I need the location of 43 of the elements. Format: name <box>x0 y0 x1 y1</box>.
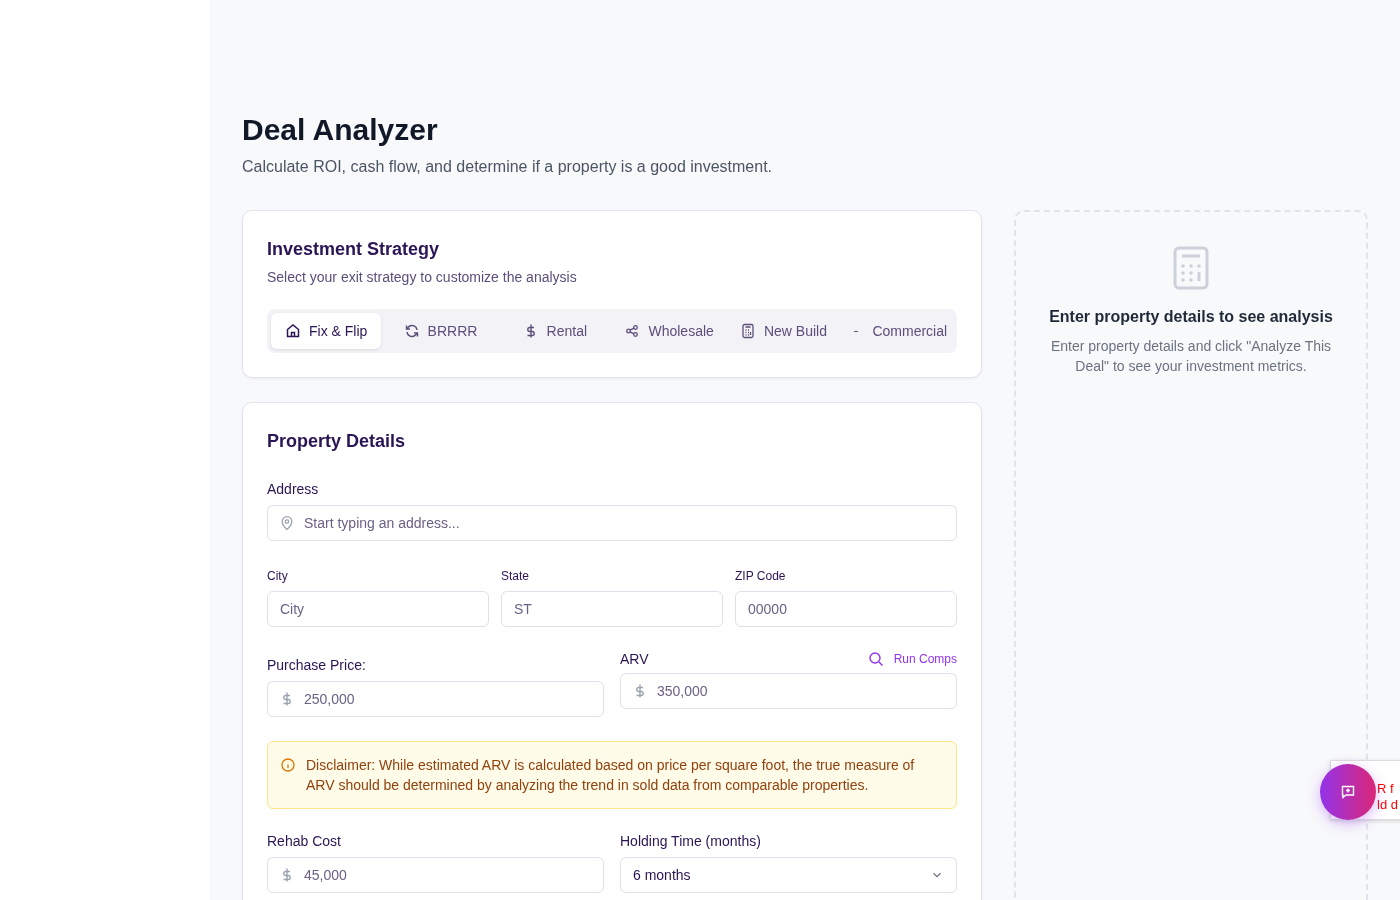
field-label: ZIP Code <box>735 569 787 583</box>
empty-state-text: Enter property details and click "Analyze This Deal" to see your investment metrics. <box>1049 337 1333 376</box>
calculator-icon <box>739 323 756 339</box>
refresh-icon <box>403 323 420 339</box>
message-plus-icon <box>1340 784 1356 800</box>
calculator-icon <box>1173 246 1209 290</box>
holding-time-dropdown[interactable]: 6 months <box>620 857 957 893</box>
card-title: Property Details <box>267 430 407 453</box>
popup-text: ld d <box>1377 797 1399 813</box>
strategy-tab[interactable]: BRRRR <box>385 313 496 349</box>
field-label: State <box>501 569 531 583</box>
price-field[interactable]: 250,000 <box>267 681 604 717</box>
disclaimer-text: Disclaimer: While estimated ARV is calculated based on price per square foot, the true measure of ARV should be determined by analyzing the trend in sold data from comparable properties. <box>306 756 916 795</box>
strategy-tab[interactable]: Rental <box>499 313 610 349</box>
field-label: City <box>267 569 289 583</box>
location-pin-icon <box>279 515 295 531</box>
empty-state-title: Enter property details to see analysis <box>1049 308 1333 326</box>
input-field[interactable]: 00000 <box>735 591 957 627</box>
strategy-tab[interactable]: Wholesale <box>614 313 725 349</box>
field-label: Rehab Cost <box>267 833 342 849</box>
field-label: Holding Time (months) <box>620 833 762 849</box>
search-icon <box>867 651 884 667</box>
strategy-tab[interactable]: Commercial <box>842 313 953 349</box>
card-subtitle: Select your exit strategy to customize the analysis <box>267 269 578 285</box>
share-icon <box>624 323 641 339</box>
card-title: Investment Strategy <box>267 238 441 261</box>
run-comps-button[interactable]: Run Comps <box>867 651 957 667</box>
home-icon <box>285 323 301 339</box>
arv-field[interactable]: 350,000 <box>620 673 957 709</box>
address-field[interactable]: Start typing an address... <box>267 505 957 541</box>
input-field[interactable]: ST <box>501 591 723 627</box>
rehab-cost-field[interactable]: 45,000 <box>267 857 604 893</box>
popup-text: R f <box>1377 781 1395 797</box>
page-subtitle: Calculate ROI, cash flow, and determine if a property is a good investment. <box>242 158 774 176</box>
dash-icon <box>854 330 859 332</box>
field-label: ARV <box>620 651 649 667</box>
field-label: Address <box>267 481 320 497</box>
strategy-tab[interactable]: New Build <box>728 313 839 349</box>
input-field[interactable]: City <box>267 591 489 627</box>
info-icon <box>280 757 296 773</box>
field-label: Purchase Price: <box>267 657 367 673</box>
page-title: Deal Analyzer <box>242 112 439 148</box>
strategy-tab[interactable]: Fix & Flip <box>271 313 382 349</box>
